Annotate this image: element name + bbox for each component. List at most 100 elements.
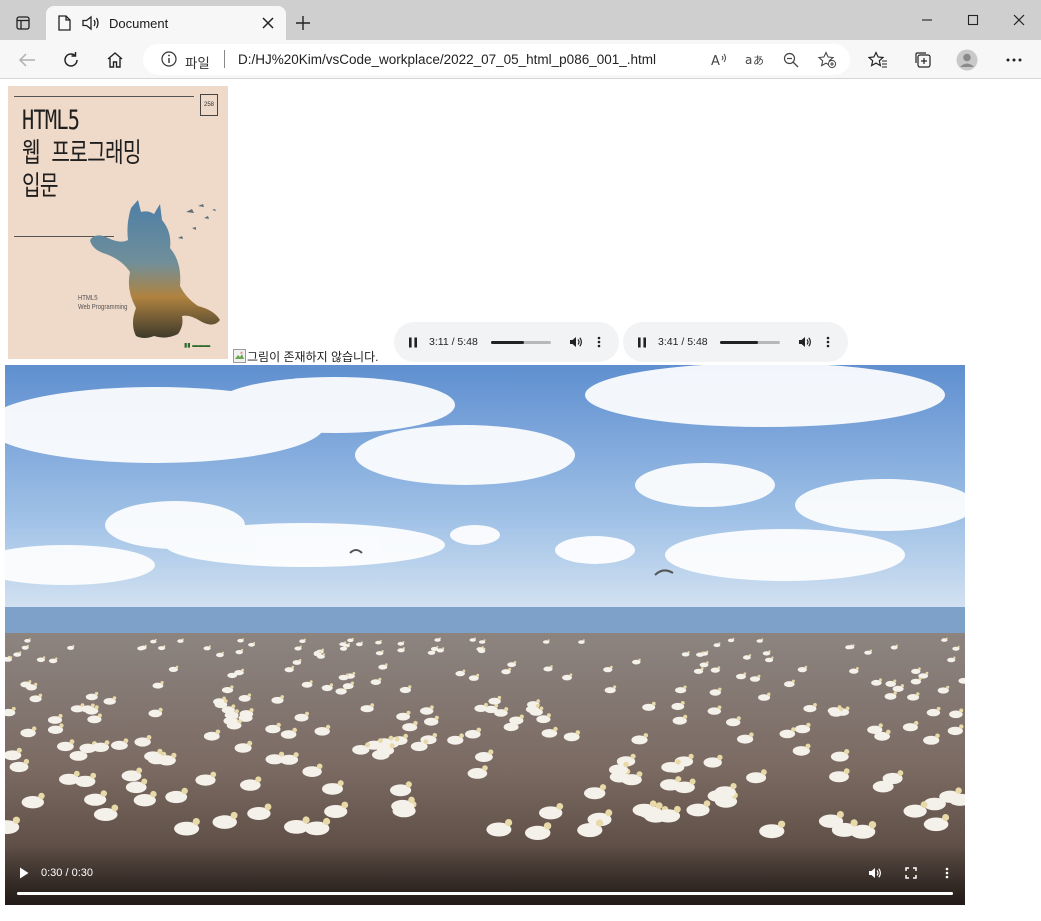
gannet-head [26,644,29,647]
gannet-head [583,639,585,642]
gannet-head [749,732,754,737]
audio-seek-bar[interactable] [720,341,780,344]
gannet-head [706,661,709,664]
more-vertical-icon[interactable] [822,334,834,350]
minimize-icon[interactable] [915,10,939,30]
pause-icon[interactable] [635,335,649,349]
gannet-head [23,758,30,765]
audio-player[interactable]: 3:41 / 5:48 [623,322,848,362]
gannet-head [144,644,147,647]
gannet-head [539,706,544,711]
gannet-head [237,719,242,724]
audio-seek-bar[interactable] [491,341,551,344]
gannet-head [474,637,476,640]
audio-player[interactable]: 3:11 / 5:48 [394,322,619,362]
gannet-head [893,679,897,683]
volume-icon[interactable] [797,334,813,350]
more-vertical-icon[interactable] [941,865,953,881]
gannet-head [385,663,388,666]
gannet-head [743,672,747,676]
volume-icon[interactable] [568,334,584,350]
translate-icon[interactable]: aあ [744,49,766,71]
gannet-head [936,706,941,711]
volume-icon[interactable] [867,865,883,881]
gannet-head [505,819,513,827]
gannet-head [605,809,613,817]
gannet-head [352,672,356,675]
svg-text:A: A [711,54,720,68]
gannet-head [230,811,238,819]
cover-title: HTML5 웹 프로그래밍 입문 [22,105,141,202]
gannet-head [123,738,129,744]
gannet-head [680,701,685,705]
new-tab-icon[interactable] [292,12,314,34]
gannet-head [221,651,224,654]
maximize-icon[interactable] [961,10,985,30]
refresh-icon[interactable] [58,47,84,73]
gannet-head [942,814,950,821]
tab-actions-icon[interactable] [8,8,38,38]
audio-playing-icon[interactable] [82,15,100,36]
gannet-head [918,677,922,681]
address-url[interactable]: D:/HJ%20Kim/vsCode_workplace/2022_07_05_… [238,52,656,67]
gannet-head [439,637,441,640]
profile-avatar-icon[interactable] [954,47,980,73]
zoom-out-icon[interactable] [780,49,802,71]
home-icon[interactable] [102,47,128,73]
broken-image-alt-text: 그림이 존재하지 않습니다. [247,349,379,364]
gannet-head [38,693,43,698]
close-tab-icon[interactable] [260,15,276,31]
gannet-head [630,753,636,759]
gannet-head [215,729,221,735]
gannet-head [748,654,752,657]
gannet-head [341,801,349,809]
read-aloud-icon[interactable]: A [708,49,730,71]
gannet-head [158,707,163,712]
more-options-icon[interactable] [1001,47,1027,73]
gannet-head [394,736,400,742]
gannet-head [717,705,722,710]
gannet-head [329,683,334,687]
gannet-head [34,682,38,686]
gannet-head [852,644,855,647]
gannet-head [959,724,964,729]
gannet-head [241,648,244,652]
gannet-head [55,657,58,660]
back-arrow-icon[interactable] [14,47,40,73]
collections-icon[interactable] [910,47,936,73]
gannet-head [813,703,817,707]
gannet-head [59,723,64,728]
video-seek-bar[interactable] [17,892,953,895]
gannet-head [869,649,873,652]
gannet-head [32,726,37,731]
close-window-icon[interactable] [1007,10,1031,30]
gannet-head [900,684,905,688]
gannet-head [553,726,558,732]
gannet-head [104,740,110,745]
gannet-head [442,647,445,650]
gannet-head [459,733,464,738]
gannet-head [94,691,99,696]
info-icon[interactable] [161,51,177,72]
tab-title: Document [109,16,169,31]
pause-icon[interactable] [406,335,420,349]
fullscreen-icon[interactable] [903,865,919,881]
gannet-head [920,801,928,808]
browser-tab[interactable]: Document [46,6,286,40]
play-icon[interactable] [17,866,31,880]
gannet-head [91,703,95,708]
gannet-head [683,685,687,689]
video-player[interactable]: 0:30 / 0:30 [5,365,965,905]
gannet-head [651,701,656,706]
favorites-icon[interactable] [865,47,891,73]
gannet-head [299,645,302,648]
gannet-head [674,805,681,813]
gannet-head [402,647,405,650]
more-vertical-icon[interactable] [593,334,605,350]
add-favorite-icon[interactable] [816,49,838,71]
gannet-head [675,776,682,783]
gannet-head [636,771,643,777]
address-bar[interactable]: 파일 D:/HJ%20Kim/vsCode_workplace/2022_07_… [143,44,850,75]
gannet-head [42,656,46,659]
gannet-head [717,666,721,669]
